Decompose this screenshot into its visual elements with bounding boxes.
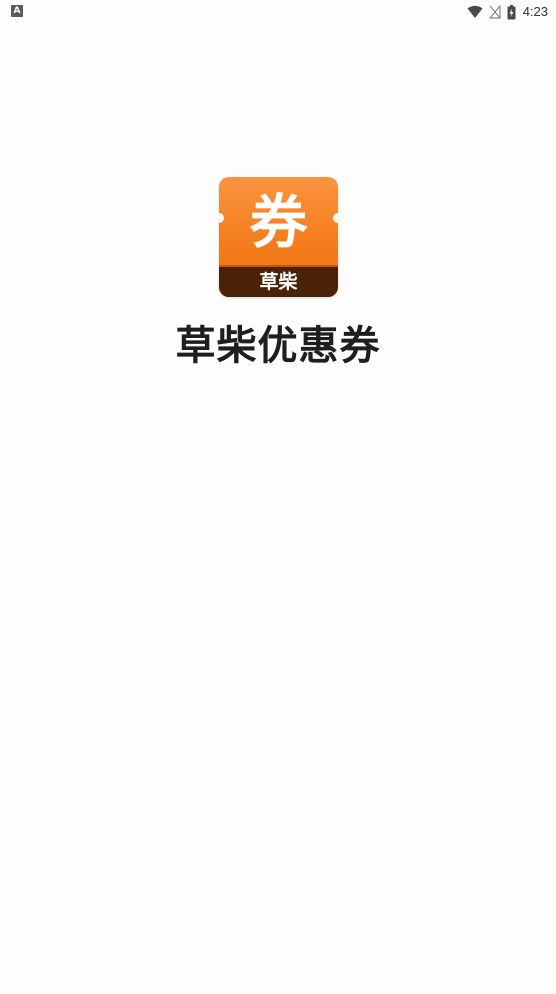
a-notification-icon: A xyxy=(11,5,23,17)
notification-glyph: A xyxy=(13,6,21,16)
splash-screen: A 4:23 券 草柴 草柴优惠券 xyxy=(0,0,556,994)
no-signal-icon xyxy=(488,5,501,19)
status-bar: A 4:23 xyxy=(0,0,556,24)
logo-band-text: 草柴 xyxy=(259,271,298,293)
battery-charging-icon xyxy=(507,4,516,19)
status-icons: 4:23 xyxy=(467,3,548,21)
logo-main-char: 券 xyxy=(249,188,308,256)
status-time: 4:23 xyxy=(522,4,548,19)
app-title: 草柴优惠券 xyxy=(175,323,381,369)
app-logo: 券 草柴 xyxy=(219,177,338,297)
logo-band: 草柴 xyxy=(219,265,338,297)
wifi-icon xyxy=(467,5,483,18)
